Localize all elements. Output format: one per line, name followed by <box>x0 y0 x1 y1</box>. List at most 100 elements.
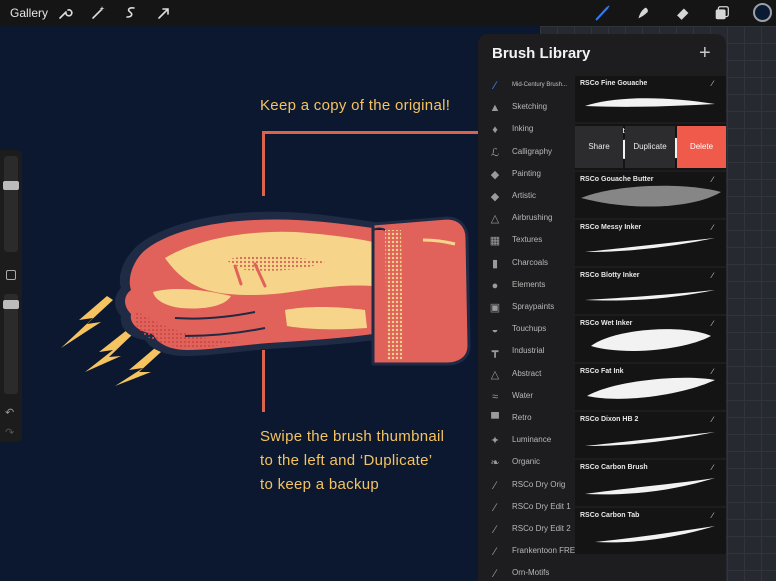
category-label: RSCo Dry Edit 1 <box>512 501 571 511</box>
brush-edit-icon[interactable]: ∕ <box>712 511 713 520</box>
brush-edit-icon[interactable]: ∕ <box>712 79 713 88</box>
category-item[interactable]: ▮ Charcoals <box>478 254 574 276</box>
category-item[interactable]: ∕ RSCo Dry Edit 2 <box>478 520 574 542</box>
category-item[interactable]: ∕ Frankentoon FREE <box>478 542 580 564</box>
brush-item[interactable]: RSCo Carbon Tab ∕ <box>575 508 726 554</box>
undo-icon[interactable]: ↶ <box>5 406 14 419</box>
category-item[interactable]: ∕ Orn-Motifs <box>478 564 574 581</box>
calligraphy-icon: ℒ <box>491 146 499 159</box>
opacity-slider[interactable] <box>4 294 18 394</box>
category-item[interactable]: ◒ Touchups <box>478 320 574 342</box>
annotation-text-bottom: Swipe the brush thumbnail to the left an… <box>260 425 444 497</box>
category-label: Water <box>512 390 534 400</box>
category-item[interactable]: ℒ Calligraphy <box>478 143 574 165</box>
category-label: Touchups <box>512 324 547 334</box>
duplicate-button[interactable]: Duplicate <box>625 126 675 168</box>
category-label: Mid-Century Brush... <box>512 82 568 88</box>
brush-library-title: Brush Library <box>492 45 591 62</box>
top-toolbar: Gallery <box>0 0 776 26</box>
category-item[interactable]: ❧ Organic <box>478 453 574 475</box>
brush-edit-icon[interactable]: ∕ <box>712 175 713 184</box>
category-label: Spraypaints <box>512 302 555 311</box>
brush-item[interactable]: RSCo Fine Gouache ∕ <box>575 76 726 122</box>
brush-item[interactable]: RSCo Dixon HB 2 ∕ <box>575 412 726 458</box>
add-brush-button[interactable]: + <box>699 42 711 65</box>
brush-item[interactable]: RSCo Gouache Butter ∕ <box>575 172 726 218</box>
gallery-button[interactable]: Gallery <box>10 6 48 20</box>
color-swatch[interactable] <box>753 3 772 22</box>
category-item[interactable]: ▲ Sketching <box>478 98 574 120</box>
eraser-icon[interactable] <box>674 4 694 24</box>
side-slider-bar: ↶ ↷ <box>0 150 22 442</box>
texture-icon: ▦ <box>489 235 501 248</box>
smudge-icon[interactable] <box>634 4 654 24</box>
category-item[interactable]: △ Airbrushing <box>478 209 574 231</box>
brush-stroke-icon: ∕ <box>494 479 496 492</box>
category-item[interactable]: ∕ RSCo Dry Edit 1 <box>478 498 574 520</box>
brush-icon[interactable] <box>594 4 614 24</box>
category-label: Artistic <box>512 191 536 200</box>
category-label: Painting <box>512 168 541 178</box>
brush-edit-icon[interactable]: ∕ <box>712 223 713 232</box>
category-item[interactable]: ▀ Retro <box>478 409 574 431</box>
brush-library-panel: Brush Library + ∕ Mid-Century Brush... ▲ Sk… <box>478 34 726 581</box>
leaf-icon: ❧ <box>490 457 500 470</box>
brush-item[interactable]: RSCo Wet Inker ∕ <box>575 316 726 362</box>
brush-size-slider[interactable] <box>4 156 18 252</box>
category-label: Retro <box>512 413 532 422</box>
transform-arrow-icon[interactable] <box>155 4 173 22</box>
category-item[interactable]: ▦ Textures <box>478 231 574 253</box>
brush-edit-icon[interactable]: ∕ <box>712 367 713 376</box>
category-item[interactable]: ≈ Water <box>478 387 574 409</box>
brush-edit-icon[interactable]: ∕ <box>712 415 713 424</box>
brush-edit-icon[interactable]: ∕ <box>712 319 713 328</box>
category-item[interactable]: ▣ Spraypaints <box>478 298 574 320</box>
category-label: Calligraphy <box>512 146 553 156</box>
category-label: Orn-Motifs <box>512 568 550 578</box>
brush-name: RSCo Carbon Brush <box>580 464 648 471</box>
opacity-knob[interactable] <box>3 300 19 309</box>
layers-icon[interactable] <box>713 4 733 24</box>
magic-wand-icon[interactable] <box>89 4 107 22</box>
brush-name: RSCo Dixon HB 2 <box>580 416 639 423</box>
brush-item[interactable]: RSCo Blotty Inker ∕ <box>575 268 726 314</box>
brush-item[interactable]: RSCo Messy Inker ∕ <box>575 220 726 266</box>
spraypaint-icon: ▣ <box>489 302 501 314</box>
brush-stroke-icon: ∕ <box>494 80 496 92</box>
category-item[interactable]: ∕ RSCo Dry Orig <box>478 476 574 498</box>
category-item[interactable]: ∕ Mid-Century Brush... <box>478 76 574 98</box>
category-label: Airbrushing <box>512 213 553 223</box>
category-item[interactable]: ♦ Inking <box>478 120 574 142</box>
brush-swipe-actions: Share Duplicate Delete <box>575 126 726 168</box>
brush-item[interactable]: RSCo Carbon Brush ∕ <box>575 460 726 506</box>
category-label: Elements <box>512 279 546 289</box>
ink-drop-icon: ♦ <box>492 124 498 137</box>
brush-item[interactable]: RSCo Fat Ink ∕ <box>575 364 726 410</box>
annotation-line-vertical-top <box>262 131 265 196</box>
brush-edit-icon[interactable]: ∕ <box>712 271 713 280</box>
brush-size-knob[interactable] <box>3 181 19 190</box>
category-item[interactable]: ┳ Industrial <box>478 342 574 364</box>
annotation-line-3: to keep a backup <box>260 476 380 493</box>
category-label: Frankentoon FREE <box>512 546 581 556</box>
delete-button[interactable]: Delete <box>677 126 726 168</box>
brush-name: RSCo Wet Inker <box>580 320 633 327</box>
category-item[interactable]: △ Abstract <box>478 365 574 387</box>
brush-name: RSCo Gouache Butter <box>580 176 654 183</box>
modify-button[interactable] <box>6 270 16 280</box>
redo-icon[interactable]: ↷ <box>5 426 14 439</box>
globe-icon: ● <box>491 279 499 292</box>
brush-stroke-icon: ∕ <box>494 568 496 581</box>
selection-icon[interactable] <box>122 4 140 22</box>
waves-icon: ≈ <box>491 390 499 403</box>
category-item[interactable]: ✦ Luminance <box>478 431 574 453</box>
category-item[interactable]: ● Elements <box>478 276 574 298</box>
brush-edit-icon[interactable]: ∕ <box>712 463 713 472</box>
category-label: RSCo Dry Edit 2 <box>512 524 571 533</box>
hand-illustration <box>61 211 471 386</box>
wrench-icon[interactable] <box>56 4 74 22</box>
category-item[interactable]: ◆ Artistic <box>478 187 574 209</box>
category-item[interactable]: ◆ Painting <box>478 165 574 187</box>
anvil-icon: ┳ <box>491 346 499 359</box>
share-button[interactable]: Share <box>575 126 623 168</box>
